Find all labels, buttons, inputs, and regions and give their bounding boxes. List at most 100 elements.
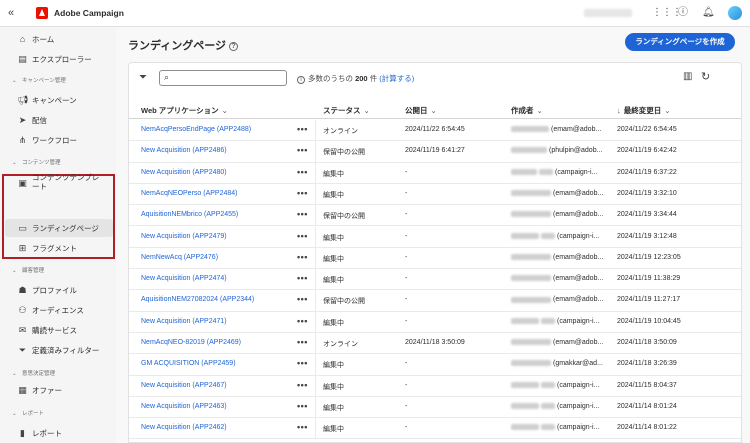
table-row[interactable]: New Acquisition (APP2480) ••• 編集中 - (campaig… xyxy=(129,162,741,184)
more-actions-icon[interactable]: ••• xyxy=(297,358,308,368)
help-icon[interactable]: ⓘ xyxy=(677,7,689,19)
more-actions-icon[interactable]: ••• xyxy=(297,422,308,432)
column-header-status[interactable]: ステータス ⌄ xyxy=(323,105,370,116)
table-row[interactable]: NemAcqNEO-82019 (APP2469) ••• オンライン 2024/11… xyxy=(129,333,741,355)
table-row[interactable]: New Acquisition (APP2479) ••• 編集中 - (campaig… xyxy=(129,226,741,248)
published-date-cell: - xyxy=(405,296,408,304)
page-title-text: ランディングページ xyxy=(128,40,227,52)
section-campaign-management[interactable]: ⌄ キャンペーン管理 xyxy=(12,76,66,84)
status-cell: 保留中の公開 xyxy=(323,298,365,306)
sidebar-item-content-templates[interactable]: ▣ コンテンツテンプレート xyxy=(0,173,116,193)
app-grid-icon[interactable]: ⋮⋮⋮ xyxy=(652,7,682,19)
column-header-modified[interactable]: ↓ 最終変更日 ⌄ xyxy=(617,105,671,116)
more-actions-icon[interactable]: ••• xyxy=(297,273,308,283)
landing-page-name-link[interactable]: New Acquisition (APP2463) xyxy=(141,403,227,410)
sidebar-item-reports[interactable]: ▮ レポート xyxy=(0,427,116,439)
column-divider xyxy=(315,205,316,226)
published-date-cell: - xyxy=(405,275,408,283)
landing-page-name-link[interactable]: NemAcqNEOPerso (APP2484) xyxy=(141,190,237,197)
landing-page-name-link[interactable]: NemAcqNEO-82019 (APP2469) xyxy=(141,339,241,346)
sidebar-item-workflow[interactable]: ⋔ ワークフロー xyxy=(0,134,116,146)
table-row[interactable]: New Acquisition (APP2486) ••• 保留中の公開 2024/1… xyxy=(129,141,741,163)
sidebar-item-fragments[interactable]: ⊞ フラグメント xyxy=(0,242,116,254)
section-customer-management[interactable]: ⌄ 顧客管理 xyxy=(12,266,44,274)
calculate-link[interactable]: (計算する) xyxy=(379,74,414,83)
search-icon: ⌕ xyxy=(164,72,170,82)
section-content-management[interactable]: ⌄ コンテンツ管理 xyxy=(12,158,61,166)
more-actions-icon[interactable]: ••• xyxy=(297,209,308,219)
table-row[interactable]: NemAcqPersoEndPage (APP2488) ••• オンライン 2024… xyxy=(129,120,741,142)
help-circle-icon[interactable]: ? xyxy=(229,41,239,51)
sidebar-item-explorer[interactable]: ▤ エクスプローラー xyxy=(0,53,116,65)
sidebar-item-predefined-filters[interactable]: ⏷ 定義済みフィルター xyxy=(0,344,116,356)
landing-page-name-link[interactable]: New Acquisition (APP2467) xyxy=(141,382,227,389)
landing-page-name-link[interactable]: GM ACQUISITION (APP2459) xyxy=(141,360,236,367)
more-actions-icon[interactable]: ••• xyxy=(297,124,308,134)
create-landing-page-button[interactable]: ランディングページを作成 xyxy=(625,33,735,51)
landing-page-name-link[interactable]: NemAcqPersoEndPage (APP2488) xyxy=(141,126,251,133)
refresh-icon[interactable]: ↻ xyxy=(701,70,710,83)
avatar[interactable] xyxy=(728,6,742,20)
published-date-cell: - xyxy=(405,211,408,219)
column-header-author[interactable]: 作成者 ⌄ xyxy=(511,105,543,116)
more-actions-icon[interactable]: ••• xyxy=(297,145,308,155)
section-decision-management[interactable]: ⌄ 意思決定管理 xyxy=(12,369,55,377)
filter-icon[interactable]: ⏷ xyxy=(139,72,147,83)
sidebar-item-profiles[interactable]: ☗ プロファイル xyxy=(0,284,116,296)
section-reports[interactable]: ⌄ レポート xyxy=(12,409,44,417)
landing-page-name-link[interactable]: New Acquisition (APP2474) xyxy=(141,275,227,282)
table-row[interactable]: New Acquisition (APP2462) ••• 編集中 - (campaig… xyxy=(129,418,741,440)
sidebar-item-home[interactable]: ⌂ ホーム xyxy=(0,33,116,45)
redacted-author-name xyxy=(511,360,551,367)
more-actions-icon[interactable]: ••• xyxy=(297,252,308,262)
sidebar-item-landing-pages[interactable]: ▭ ランディングページ xyxy=(0,222,116,234)
more-actions-icon[interactable]: ••• xyxy=(297,188,308,198)
sidebar-item-delivery[interactable]: ➤ 配信 xyxy=(0,114,116,126)
column-header-web-app[interactable]: Web アプリケーション ⌄ xyxy=(141,105,228,116)
sidebar-item-campaign[interactable]: 📢︎ キャンペーン xyxy=(0,94,116,106)
author-email: (emam@adob... xyxy=(553,189,604,197)
more-actions-icon[interactable]: ••• xyxy=(297,337,308,347)
more-actions-icon[interactable]: ••• xyxy=(297,167,308,177)
sidebar-item-subscriptions[interactable]: ✉ 購読サービス xyxy=(0,324,116,336)
table-row[interactable]: NemNewAcq (APP2476) ••• 編集中 - (emam@adob... 2… xyxy=(129,247,741,270)
table-row[interactable]: NemAcqNEOPerso (APP2484) ••• 編集中 - (emam@ado… xyxy=(129,183,741,206)
column-label: Web アプリケーション xyxy=(141,106,219,115)
table-row[interactable]: AquisitionNEM27082024 (APP2344) ••• 保留中の公開… xyxy=(129,290,741,312)
column-header-published[interactable]: 公開日 ⌄ xyxy=(405,105,437,116)
table-row[interactable]: New Acquisition (APP2474) ••• 編集中 - (emam@ad… xyxy=(129,269,741,291)
landing-page-name-link[interactable]: New Acquisition (APP2479) xyxy=(141,233,227,240)
landing-page-name-link[interactable]: New Acquisition (APP2486) xyxy=(141,147,227,154)
landing-page-name-link[interactable]: NemNewAcq (APP2476) xyxy=(141,254,218,261)
more-actions-icon[interactable]: ••• xyxy=(297,380,308,390)
collapse-sidebar-icon[interactable]: « xyxy=(8,7,24,19)
table-row[interactable]: New Acquisition (APP2467) ••• 編集中 - (campaig… xyxy=(129,375,741,397)
landing-page-name-link[interactable]: AquisitionNEMbrico (APP2455) xyxy=(141,211,238,218)
filter-icon: ⏷ xyxy=(18,344,27,355)
table-row[interactable]: AquisitionNEMbrico (APP2455) ••• 保留中の公開 - (e… xyxy=(129,205,741,227)
modified-date-cell: 2024/11/18 3:50:09 xyxy=(617,339,677,346)
column-divider xyxy=(315,375,316,396)
landing-page-name-link[interactable]: New Acquisition (APP2462) xyxy=(141,424,227,431)
table-row[interactable]: New Acquisition (APP2463) ••• 編集中 - (campaig… xyxy=(129,396,741,419)
search-input[interactable]: ⌕ xyxy=(159,70,287,86)
landing-page-name-link[interactable]: New Acquisition (APP2471) xyxy=(141,318,227,325)
landing-page-icon: ▭ xyxy=(18,222,27,233)
landing-page-name-link[interactable]: New Acquisition (APP2480) xyxy=(141,169,227,176)
more-actions-icon[interactable]: ••• xyxy=(297,401,308,411)
org-switcher[interactable] xyxy=(584,9,632,17)
notification-bell-icon[interactable]: 🔔︎ xyxy=(702,7,715,19)
column-settings-icon[interactable]: ▥ xyxy=(683,71,692,82)
sidebar-item-audiences[interactable]: ⚇ オーディエンス xyxy=(0,304,116,316)
published-date-cell: - xyxy=(405,381,408,389)
sidebar-item-offers[interactable]: ▦ オファー xyxy=(0,384,116,396)
modified-date-cell: 2024/11/19 12:23:05 xyxy=(617,253,681,261)
modified-date-cell: 2024/11/22 6:54:45 xyxy=(617,126,677,133)
author-email: (emam@adob... xyxy=(553,339,604,346)
table-row[interactable]: GM ACQUISITION (APP2459) ••• 編集中 - (gmakkar@… xyxy=(129,354,741,376)
more-actions-icon[interactable]: ••• xyxy=(297,316,308,326)
landing-page-name-link[interactable]: AquisitionNEM27082024 (APP2344) xyxy=(141,296,254,303)
more-actions-icon[interactable]: ••• xyxy=(297,231,308,241)
more-actions-icon[interactable]: ••• xyxy=(297,294,308,304)
table-row[interactable]: New Acquisition (APP2471) ••• 編集中 - (campaig… xyxy=(129,311,741,333)
